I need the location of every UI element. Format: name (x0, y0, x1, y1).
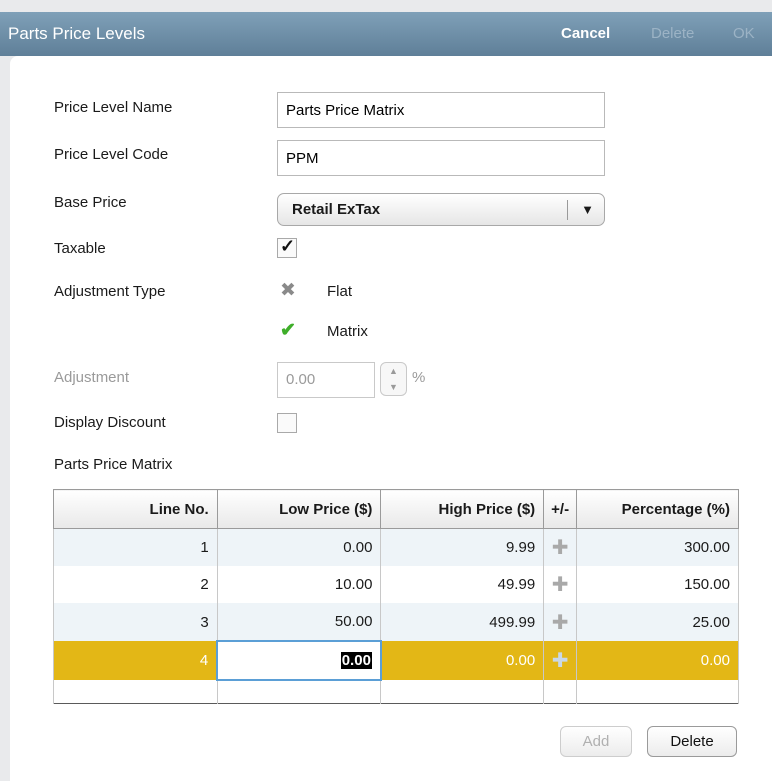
window-title: Parts Price Levels (8, 24, 145, 43)
base-price-label: Base Price (54, 194, 127, 211)
chevron-down-icon: ▼ (581, 202, 594, 217)
table-row-empty (53, 680, 739, 704)
low-price-cell[interactable]: 10.00 (216, 566, 382, 603)
adjustment-type-matrix-label[interactable]: Matrix (327, 323, 368, 340)
percentage-cell[interactable]: 0.00 (576, 641, 739, 680)
table-row-selected[interactable]: 4 0.00 0.00 ✚ 0.00 (53, 640, 739, 681)
delete-title-button[interactable]: Delete (651, 25, 694, 42)
display-discount-checkbox[interactable] (277, 413, 297, 433)
low-price-edit-value[interactable]: 0.00 (340, 652, 372, 669)
adjustment-label: Adjustment (54, 369, 130, 386)
adjustment-input[interactable]: 0.00 (277, 362, 375, 398)
cancel-button[interactable]: Cancel (561, 25, 610, 42)
adjustment-type-flat-label[interactable]: Flat (327, 283, 352, 300)
price-level-code-label: Price Level Code (54, 146, 169, 163)
adjustment-type-label: Adjustment Type (54, 283, 166, 300)
ok-button[interactable]: OK (733, 25, 755, 42)
taxable-label: Taxable (54, 240, 106, 257)
column-header-low-price[interactable]: Low Price ($) (216, 489, 382, 529)
line-no-cell[interactable]: 3 (53, 603, 218, 641)
low-price-edit-input[interactable]: 0.00 (216, 640, 382, 681)
title-bar: Parts Price Levels Cancel Delete OK (0, 12, 772, 56)
table-row[interactable]: 2 10.00 49.99 ✚ 150.00 (53, 566, 739, 603)
matrix-label: Parts Price Matrix (54, 456, 173, 473)
stepper-up-icon[interactable]: ▲ (381, 363, 406, 379)
column-header-high-price[interactable]: High Price ($) (380, 489, 545, 529)
checkmark-icon: ✓ (280, 236, 296, 256)
add-button[interactable]: Add (560, 726, 632, 757)
high-price-cell[interactable]: 0.00 (380, 641, 545, 680)
stepper-down-icon[interactable]: ▼ (381, 379, 406, 395)
high-price-cell[interactable]: 49.99 (380, 566, 545, 603)
line-no-cell[interactable]: 1 (53, 528, 218, 566)
select-divider (567, 200, 568, 220)
percentage-cell[interactable]: 150.00 (576, 566, 739, 603)
line-no-cell[interactable]: 2 (53, 566, 218, 603)
adjustment-stepper[interactable]: ▲ ▼ (380, 362, 407, 396)
base-price-select[interactable]: Retail ExTax ▼ (277, 193, 605, 226)
plus-minus-icon[interactable]: ✚ (543, 566, 578, 603)
price-level-name-input[interactable] (277, 92, 605, 128)
table-row[interactable]: 1 0.00 9.99 ✚ 300.00 (53, 528, 739, 566)
price-level-code-input[interactable] (277, 140, 605, 176)
taxable-checkbox[interactable]: ✓ (277, 236, 297, 258)
column-header-plus-minus[interactable]: +/- (543, 489, 578, 529)
high-price-cell[interactable]: 9.99 (380, 528, 545, 566)
adjustment-unit: % (412, 369, 426, 386)
column-header-percentage[interactable]: Percentage (%) (576, 489, 739, 529)
display-discount-label: Display Discount (54, 414, 166, 431)
column-header-line-no[interactable]: Line No. (53, 489, 218, 529)
base-price-value: Retail ExTax (292, 201, 381, 218)
price-matrix-table: Line No. Low Price ($) High Price ($) +/… (53, 489, 739, 704)
percentage-cell[interactable]: 25.00 (576, 603, 739, 641)
price-level-name-label: Price Level Name (54, 99, 173, 116)
low-price-cell[interactable]: 50.00 (216, 603, 382, 641)
table-header-row: Line No. Low Price ($) High Price ($) +/… (53, 489, 739, 529)
check-icon[interactable]: ✔ (277, 320, 299, 342)
delete-button[interactable]: Delete (647, 726, 737, 757)
plus-minus-icon[interactable]: ✚ (543, 528, 578, 566)
plus-minus-icon[interactable]: ✚ (543, 603, 578, 641)
table-row[interactable]: 3 50.00 499.99 ✚ 25.00 (53, 603, 739, 641)
high-price-cell[interactable]: 499.99 (380, 603, 545, 641)
x-icon[interactable]: ✖ (277, 280, 299, 302)
percentage-cell[interactable]: 300.00 (576, 528, 739, 566)
plus-minus-icon[interactable]: ✚ (543, 641, 578, 680)
line-no-cell[interactable]: 4 (53, 641, 218, 680)
low-price-cell[interactable]: 0.00 (216, 528, 382, 566)
